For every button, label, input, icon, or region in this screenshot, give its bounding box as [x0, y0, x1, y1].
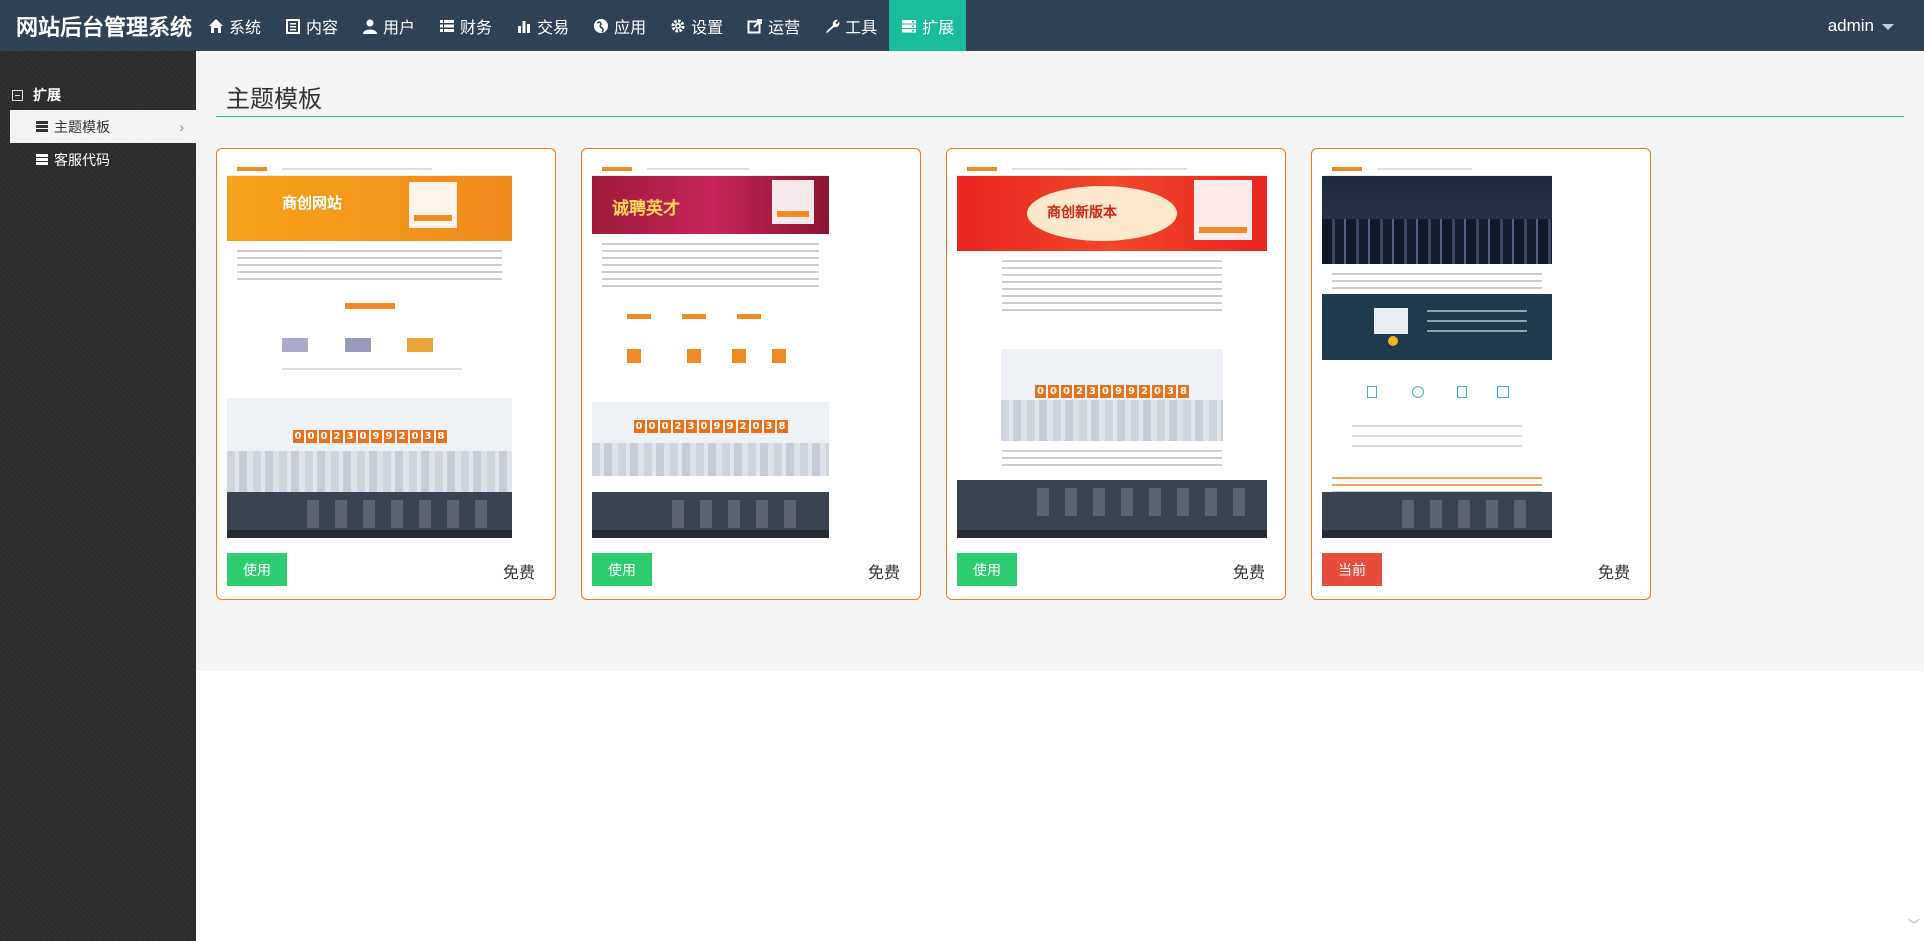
nav-label: 扩展: [922, 19, 955, 37]
caret-down-icon: [1882, 24, 1894, 30]
nav-label: 设置: [691, 19, 724, 37]
sidebar: 扩展 主题模板 › 客服代码: [0, 51, 196, 941]
wrench-icon: [826, 19, 840, 33]
home-icon: [209, 18, 223, 33]
sidebar-group-extensions[interactable]: 扩展: [0, 80, 196, 110]
banner-text: 商创新版本: [1047, 205, 1117, 221]
visitor-counter: 000230992038: [633, 420, 788, 433]
sidebar-item-label: 客服代码: [54, 151, 110, 168]
theme-preview-image[interactable]: 诚聘英才 000230992038: [592, 162, 829, 538]
menu-icon: [36, 121, 48, 132]
nav-item-tools[interactable]: 工具: [812, 0, 889, 51]
nav-label: 财务: [460, 19, 493, 37]
bar-chart-icon: [518, 20, 531, 33]
nav-item-system[interactable]: 系统: [196, 0, 273, 51]
nav-item-users[interactable]: 用户: [350, 0, 427, 51]
price-label: 免费: [867, 565, 900, 582]
main-content: 主题模板 商创网站 000230992038 使用 免费 诚聘英才 0 0 0 …: [196, 51, 1924, 671]
use-theme-button[interactable]: 使用: [957, 553, 1017, 586]
nav-label: 系统: [229, 19, 262, 37]
sidebar-item-theme-templates[interactable]: 主题模板 ›: [10, 110, 196, 143]
app-title[interactable]: 网站后台管理系统: [0, 10, 196, 42]
server-icon: [902, 19, 917, 32]
theme-preview-image[interactable]: 商创新版本 000230992038: [957, 162, 1267, 538]
price-label: 免费: [1597, 565, 1630, 582]
use-theme-button[interactable]: 使用: [227, 553, 287, 586]
nav-item-settings[interactable]: 设置: [658, 0, 735, 51]
file-icon: [286, 18, 301, 34]
theme-card: 商创新版本 000230992038 使用 免费: [946, 148, 1286, 600]
banner-text: 诚聘英才: [612, 199, 680, 219]
nav-label: 交易: [537, 19, 570, 37]
nav-item-finance[interactable]: 财务: [427, 0, 504, 51]
main-nav: 系统 内容 用户 财务 交易 应用 设置 运营 工具 扩展: [196, 0, 967, 51]
sidebar-item-label: 主题模板: [54, 118, 110, 135]
visitor-counter: 000230992038: [292, 430, 447, 443]
gear-icon: [671, 19, 685, 32]
theme-card: 当前 免费: [1311, 148, 1651, 600]
theme-card: 商创网站 000230992038 使用 免费: [216, 148, 556, 600]
nav-item-apps[interactable]: 应用: [581, 0, 658, 51]
nav-label: 用户: [383, 19, 416, 37]
visitor-counter: 000230992038: [1035, 385, 1189, 398]
theme-card: 诚聘英才 000230992038 使用 免费: [581, 148, 921, 600]
price-label: 免费: [1232, 565, 1265, 582]
sidebar-item-service-code[interactable]: 客服代码: [10, 143, 196, 176]
page-title: 主题模板: [226, 86, 322, 113]
username: admin: [1827, 15, 1874, 35]
current-theme-button[interactable]: 当前: [1322, 553, 1382, 586]
share-icon: [747, 18, 763, 33]
scroll-down-icon[interactable]: ﹀: [1908, 916, 1920, 933]
nav-label: 内容: [306, 19, 339, 37]
top-navbar: 网站后台管理系统 系统 内容 用户 财务 交易 应用 设置 运营 工具 扩展 a…: [0, 0, 1924, 51]
chevron-right-icon: ›: [179, 119, 184, 135]
use-theme-button[interactable]: 使用: [592, 553, 652, 586]
nav-item-content[interactable]: 内容: [273, 0, 350, 51]
nav-item-operations[interactable]: 运营: [735, 0, 812, 51]
user-menu[interactable]: admin: [1828, 0, 1894, 51]
globe-icon: [594, 18, 609, 33]
list-icon: [440, 19, 455, 32]
nav-label: 工具: [845, 19, 878, 37]
theme-preview-image[interactable]: 商创网站 000230992038: [227, 162, 512, 538]
theme-preview-image[interactable]: [1322, 162, 1552, 538]
banner-text: 商创网站: [282, 194, 343, 212]
nav-label: 运营: [768, 19, 801, 37]
nav-item-trade[interactable]: 交易: [504, 0, 581, 51]
user-icon: [363, 19, 378, 34]
nav-item-extensions[interactable]: 扩展: [889, 0, 967, 51]
nav-label: 应用: [614, 19, 647, 37]
collapse-icon: [12, 89, 23, 101]
sidebar-group-label: 扩展: [33, 87, 61, 103]
menu-icon: [36, 154, 48, 165]
title-divider: [216, 116, 1904, 117]
price-label: 免费: [502, 565, 535, 582]
